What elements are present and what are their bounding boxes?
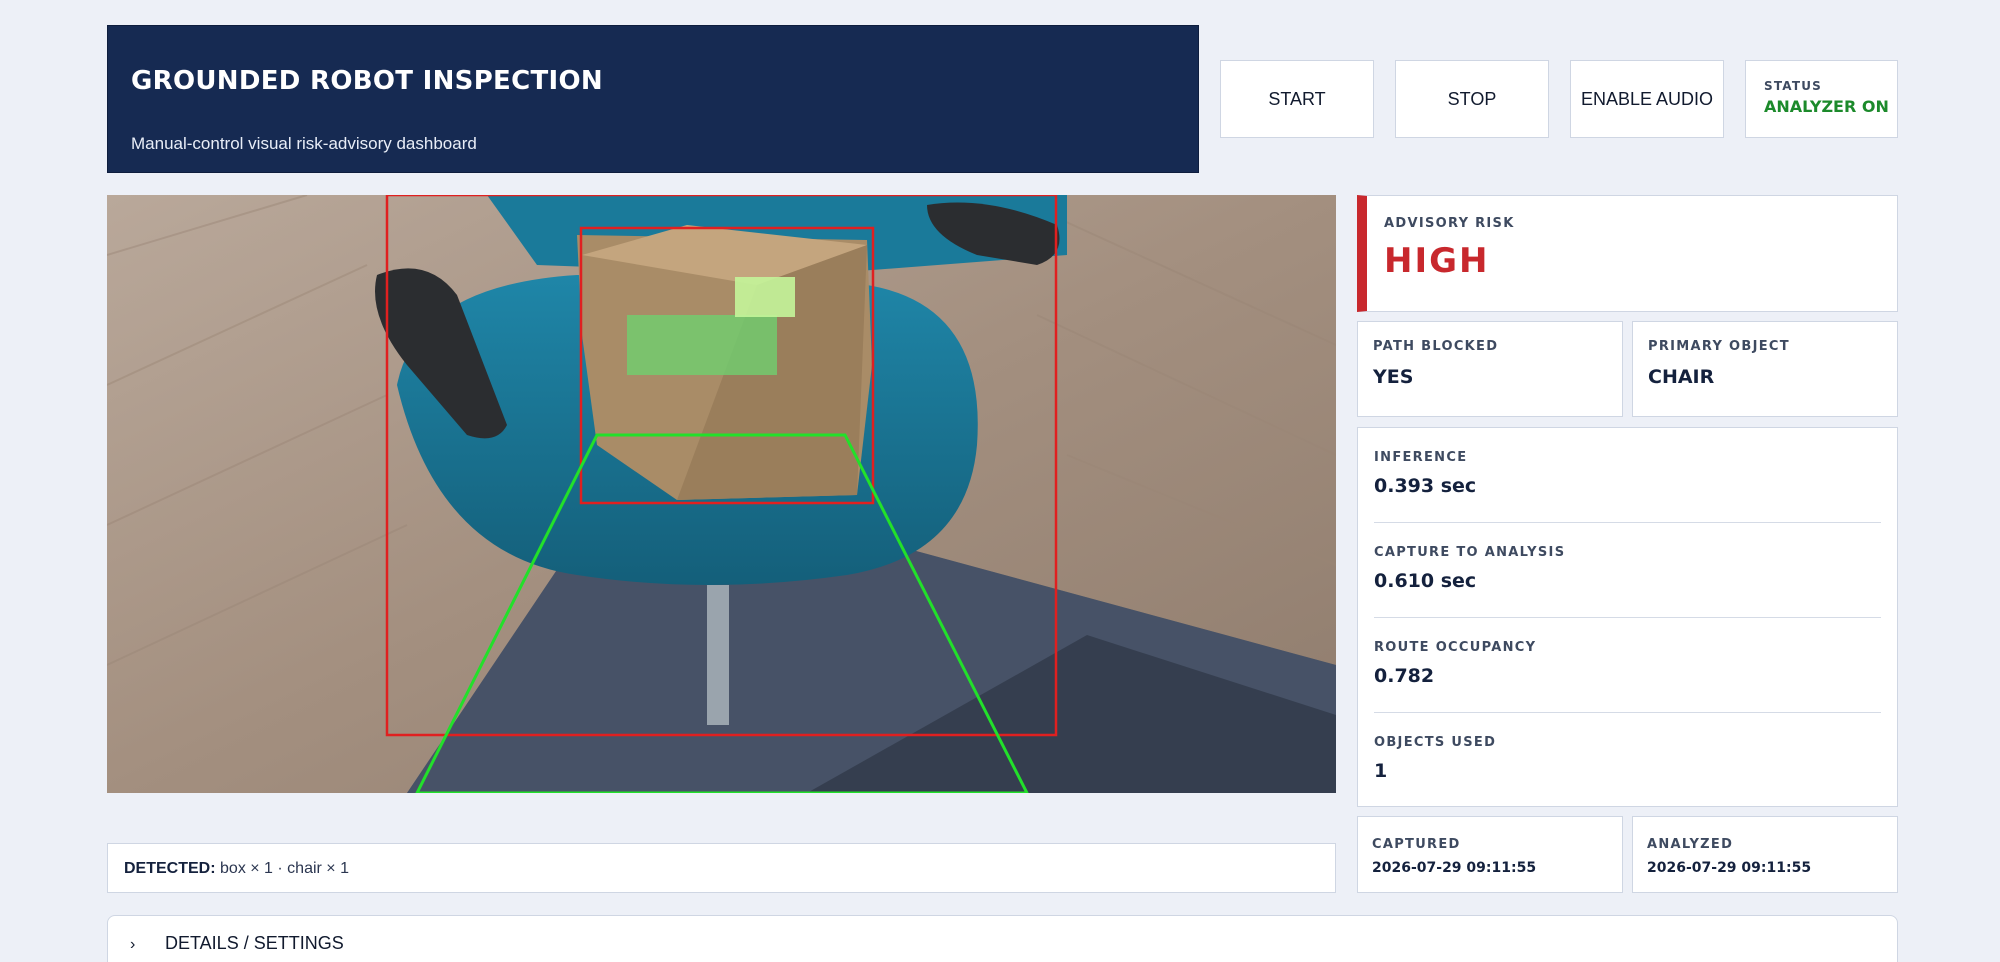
stop-button[interactable]: STOP: [1395, 60, 1549, 138]
analyzed-label: ANALYZED: [1647, 837, 1734, 852]
detected-value: box × 1 · chair × 1: [220, 860, 349, 877]
status-indicator: STATUS ANALYZER ON: [1745, 60, 1898, 138]
start-button[interactable]: START: [1220, 60, 1374, 138]
path-blocked-value: YES: [1373, 366, 1414, 388]
analyzed-card: ANALYZED 2026-07-29 09:11:55: [1632, 816, 1898, 893]
status-value: ANALYZER ON: [1764, 97, 1889, 116]
camera-feed: [107, 195, 1336, 793]
captured-label: CAPTURED: [1372, 837, 1461, 852]
metric-value: 0.393 sec: [1374, 475, 1477, 497]
primary-object-card: PRIMARY OBJECT CHAIR: [1632, 321, 1898, 417]
metric-route-occupancy: ROUTE OCCUPANCY 0.782: [1374, 618, 1881, 713]
path-blocked-card: PATH BLOCKED YES: [1357, 321, 1623, 417]
metric-value: 0.782: [1374, 665, 1435, 687]
chair-stem: [707, 585, 729, 725]
metric-label: ROUTE OCCUPANCY: [1374, 640, 1537, 655]
metric-value: 0.610 sec: [1374, 570, 1477, 592]
primary-object-label: PRIMARY OBJECT: [1648, 339, 1790, 354]
metric-value: 1: [1374, 760, 1388, 782]
camera-frame: [107, 195, 1336, 793]
risk-value: HIGH: [1384, 241, 1490, 281]
captured-value: 2026-07-29 09:11:55: [1372, 860, 1537, 876]
box-label: [627, 315, 777, 375]
details-label: DETAILS / SETTINGS: [165, 933, 344, 953]
detected-summary: DETECTED: box × 1 · chair × 1: [107, 843, 1336, 893]
metric-label: OBJECTS USED: [1374, 735, 1497, 750]
metric-inference: INFERENCE 0.393 sec: [1374, 428, 1881, 523]
page-title: GROUNDED ROBOT INSPECTION: [131, 66, 603, 96]
chevron-right-icon: ›: [130, 936, 136, 953]
captured-card: CAPTURED 2026-07-29 09:11:55: [1357, 816, 1623, 893]
metric-capture-to-analysis: CAPTURE TO ANALYSIS 0.610 sec: [1374, 523, 1881, 618]
analyzed-value: 2026-07-29 09:11:55: [1647, 860, 1812, 876]
page-subtitle: Manual-control visual risk-advisory dash…: [131, 134, 477, 153]
path-blocked-label: PATH BLOCKED: [1373, 339, 1499, 354]
dashboard-header: GROUNDED ROBOT INSPECTION Manual-control…: [107, 25, 1199, 173]
metrics-card: INFERENCE 0.393 sec CAPTURE TO ANALYSIS …: [1357, 427, 1898, 807]
metric-label: CAPTURE TO ANALYSIS: [1374, 545, 1566, 560]
metric-label: INFERENCE: [1374, 450, 1468, 465]
details-settings-toggle[interactable]: › DETAILS / SETTINGS: [107, 915, 1898, 962]
enable-audio-button[interactable]: ENABLE AUDIO: [1570, 60, 1724, 138]
detected-label: DETECTED:: [124, 860, 216, 877]
advisory-risk-card: ADVISORY RISK HIGH: [1357, 195, 1898, 312]
risk-label: ADVISORY RISK: [1384, 216, 1515, 231]
status-label: STATUS: [1764, 79, 1823, 93]
primary-object-value: CHAIR: [1648, 366, 1715, 388]
metric-objects-used: OBJECTS USED 1: [1374, 713, 1881, 808]
